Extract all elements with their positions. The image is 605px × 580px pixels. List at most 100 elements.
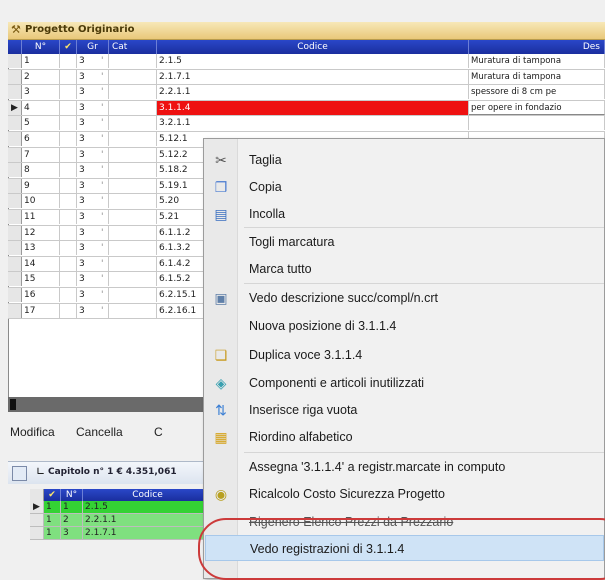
sub-row-code[interactable]: 2.1.5 — [83, 501, 220, 513]
row-number[interactable]: 4 — [22, 100, 60, 115]
sub-row-selector[interactable] — [30, 514, 44, 526]
row-tick[interactable]: ' — [99, 132, 107, 146]
row-check[interactable] — [60, 241, 77, 256]
row-selector[interactable] — [8, 69, 22, 84]
column-header-group[interactable]: Gr — [77, 40, 109, 54]
sub-row-code[interactable]: 2.1.7.1 — [83, 527, 220, 539]
row-description[interactable]: spessore di 8 cm pe — [469, 85, 605, 100]
menu-item-3[interactable]: ▤ Incolla — [205, 201, 604, 227]
table-row[interactable]: 2 3 ' 2.1.7.1 Muratura di tampona — [8, 69, 605, 86]
sub-header-select[interactable] — [30, 489, 44, 501]
row-selector[interactable] — [8, 225, 22, 240]
row-check[interactable] — [60, 178, 77, 193]
column-header-select[interactable] — [8, 40, 22, 54]
sub-row-check[interactable]: 1 — [44, 527, 61, 539]
row-check[interactable] — [60, 287, 77, 302]
row-category[interactable] — [109, 69, 157, 84]
sub-table-row[interactable]: 1 3 2.1.7.1 — [30, 527, 220, 540]
row-check[interactable] — [60, 85, 77, 100]
sub-table-row[interactable]: 1 2 2.2.1.1 — [30, 514, 220, 527]
row-tick[interactable]: ' — [99, 70, 107, 84]
row-number[interactable]: 11 — [22, 209, 60, 224]
row-category[interactable] — [109, 54, 157, 68]
sub-header-check[interactable]: ✔ — [44, 489, 61, 501]
row-check[interactable] — [60, 209, 77, 224]
row-selector[interactable] — [8, 147, 22, 162]
column-header-category[interactable]: Cat — [109, 40, 157, 54]
row-category[interactable] — [109, 241, 157, 256]
row-check[interactable] — [60, 54, 77, 68]
row-category[interactable] — [109, 194, 157, 209]
row-check[interactable] — [60, 272, 77, 287]
table-row[interactable]: 5 3 ' 3.2.1.1 — [8, 116, 605, 132]
row-check[interactable] — [60, 256, 77, 271]
scrollbar-thumb[interactable] — [10, 399, 16, 410]
sub-row-number[interactable]: 3 — [61, 527, 83, 539]
row-tick[interactable]: ' — [99, 210, 107, 224]
row-code[interactable]: 2.1.7.1 — [157, 69, 469, 84]
sub-row-check[interactable]: 1 — [44, 501, 61, 513]
column-header-check[interactable]: ✔ — [60, 40, 77, 54]
row-selector[interactable] — [8, 116, 22, 131]
row-number[interactable]: 8 — [22, 163, 60, 178]
row-tick[interactable]: ' — [99, 179, 107, 193]
sub-row-number[interactable]: 1 — [61, 501, 83, 513]
row-selector[interactable] — [8, 163, 22, 178]
row-number[interactable]: 13 — [22, 241, 60, 256]
sub-table-row[interactable]: ▶ 1 1 2.1.5 — [30, 501, 220, 514]
row-selector[interactable] — [8, 85, 22, 100]
row-selector[interactable] — [8, 194, 22, 209]
row-category[interactable] — [109, 225, 157, 240]
row-code[interactable]: 2.1.5 — [157, 54, 469, 68]
row-number[interactable]: 2 — [22, 69, 60, 84]
row-check[interactable] — [60, 116, 77, 131]
row-selector[interactable] — [8, 241, 22, 256]
row-selector[interactable] — [8, 54, 22, 68]
row-tick[interactable]: ' — [99, 54, 107, 68]
partial-button[interactable]: C — [154, 425, 163, 439]
row-category[interactable] — [109, 131, 157, 146]
row-selector[interactable] — [8, 178, 22, 193]
row-number[interactable]: 10 — [22, 194, 60, 209]
row-category[interactable] — [109, 303, 157, 318]
row-number[interactable]: 17 — [22, 303, 60, 318]
row-number[interactable]: 1 — [22, 54, 60, 68]
row-tick[interactable]: ' — [99, 101, 107, 115]
menu-item-14[interactable]: Rigenero Elenco Prezzi da Prezzario — [205, 509, 604, 535]
table-row[interactable]: 1 3 ' 2.1.5 Muratura di tampona — [8, 54, 605, 70]
row-number[interactable]: 16 — [22, 287, 60, 302]
menu-item-13[interactable]: ◉ Ricalcolo Costo Sicurezza Progetto — [205, 481, 604, 507]
row-number[interactable]: 3 — [22, 85, 60, 100]
column-header-description[interactable]: Des — [469, 40, 605, 54]
row-check[interactable] — [60, 131, 77, 146]
row-selector[interactable]: ▶ — [8, 100, 22, 115]
row-category[interactable] — [109, 116, 157, 131]
table-row[interactable]: 3 3 ' 2.2.1.1 spessore di 8 cm pe — [8, 85, 605, 101]
menu-item-2[interactable]: ❐ Copia — [205, 174, 604, 200]
sub-header-number[interactable]: N° — [61, 489, 83, 501]
menu-item-5[interactable]: Marca tutto — [205, 256, 604, 282]
row-tick[interactable]: ' — [99, 304, 107, 318]
column-header-number[interactable]: N° — [22, 40, 60, 54]
menu-item-4[interactable]: Togli marcatura — [205, 229, 604, 255]
row-tick[interactable]: ' — [99, 163, 107, 177]
menu-item-8[interactable]: ❏ Duplica voce 3.1.1.4 — [205, 342, 604, 368]
row-number[interactable]: 12 — [22, 225, 60, 240]
row-tick[interactable]: ' — [99, 288, 107, 302]
row-code[interactable]: 3.1.1.4 — [157, 100, 469, 115]
row-category[interactable] — [109, 85, 157, 100]
row-number[interactable]: 9 — [22, 178, 60, 193]
row-category[interactable] — [109, 256, 157, 271]
sub-row-check[interactable]: 1 — [44, 514, 61, 526]
row-tick[interactable]: ' — [99, 241, 107, 255]
row-number[interactable]: 14 — [22, 256, 60, 271]
row-selector[interactable] — [8, 256, 22, 271]
row-category[interactable] — [109, 272, 157, 287]
row-category[interactable] — [109, 163, 157, 178]
row-tick[interactable]: ' — [99, 272, 107, 286]
row-number[interactable]: 7 — [22, 147, 60, 162]
row-tick[interactable]: ' — [99, 116, 107, 130]
row-selector[interactable] — [8, 209, 22, 224]
row-description[interactable] — [469, 116, 605, 131]
row-number[interactable]: 5 — [22, 116, 60, 131]
